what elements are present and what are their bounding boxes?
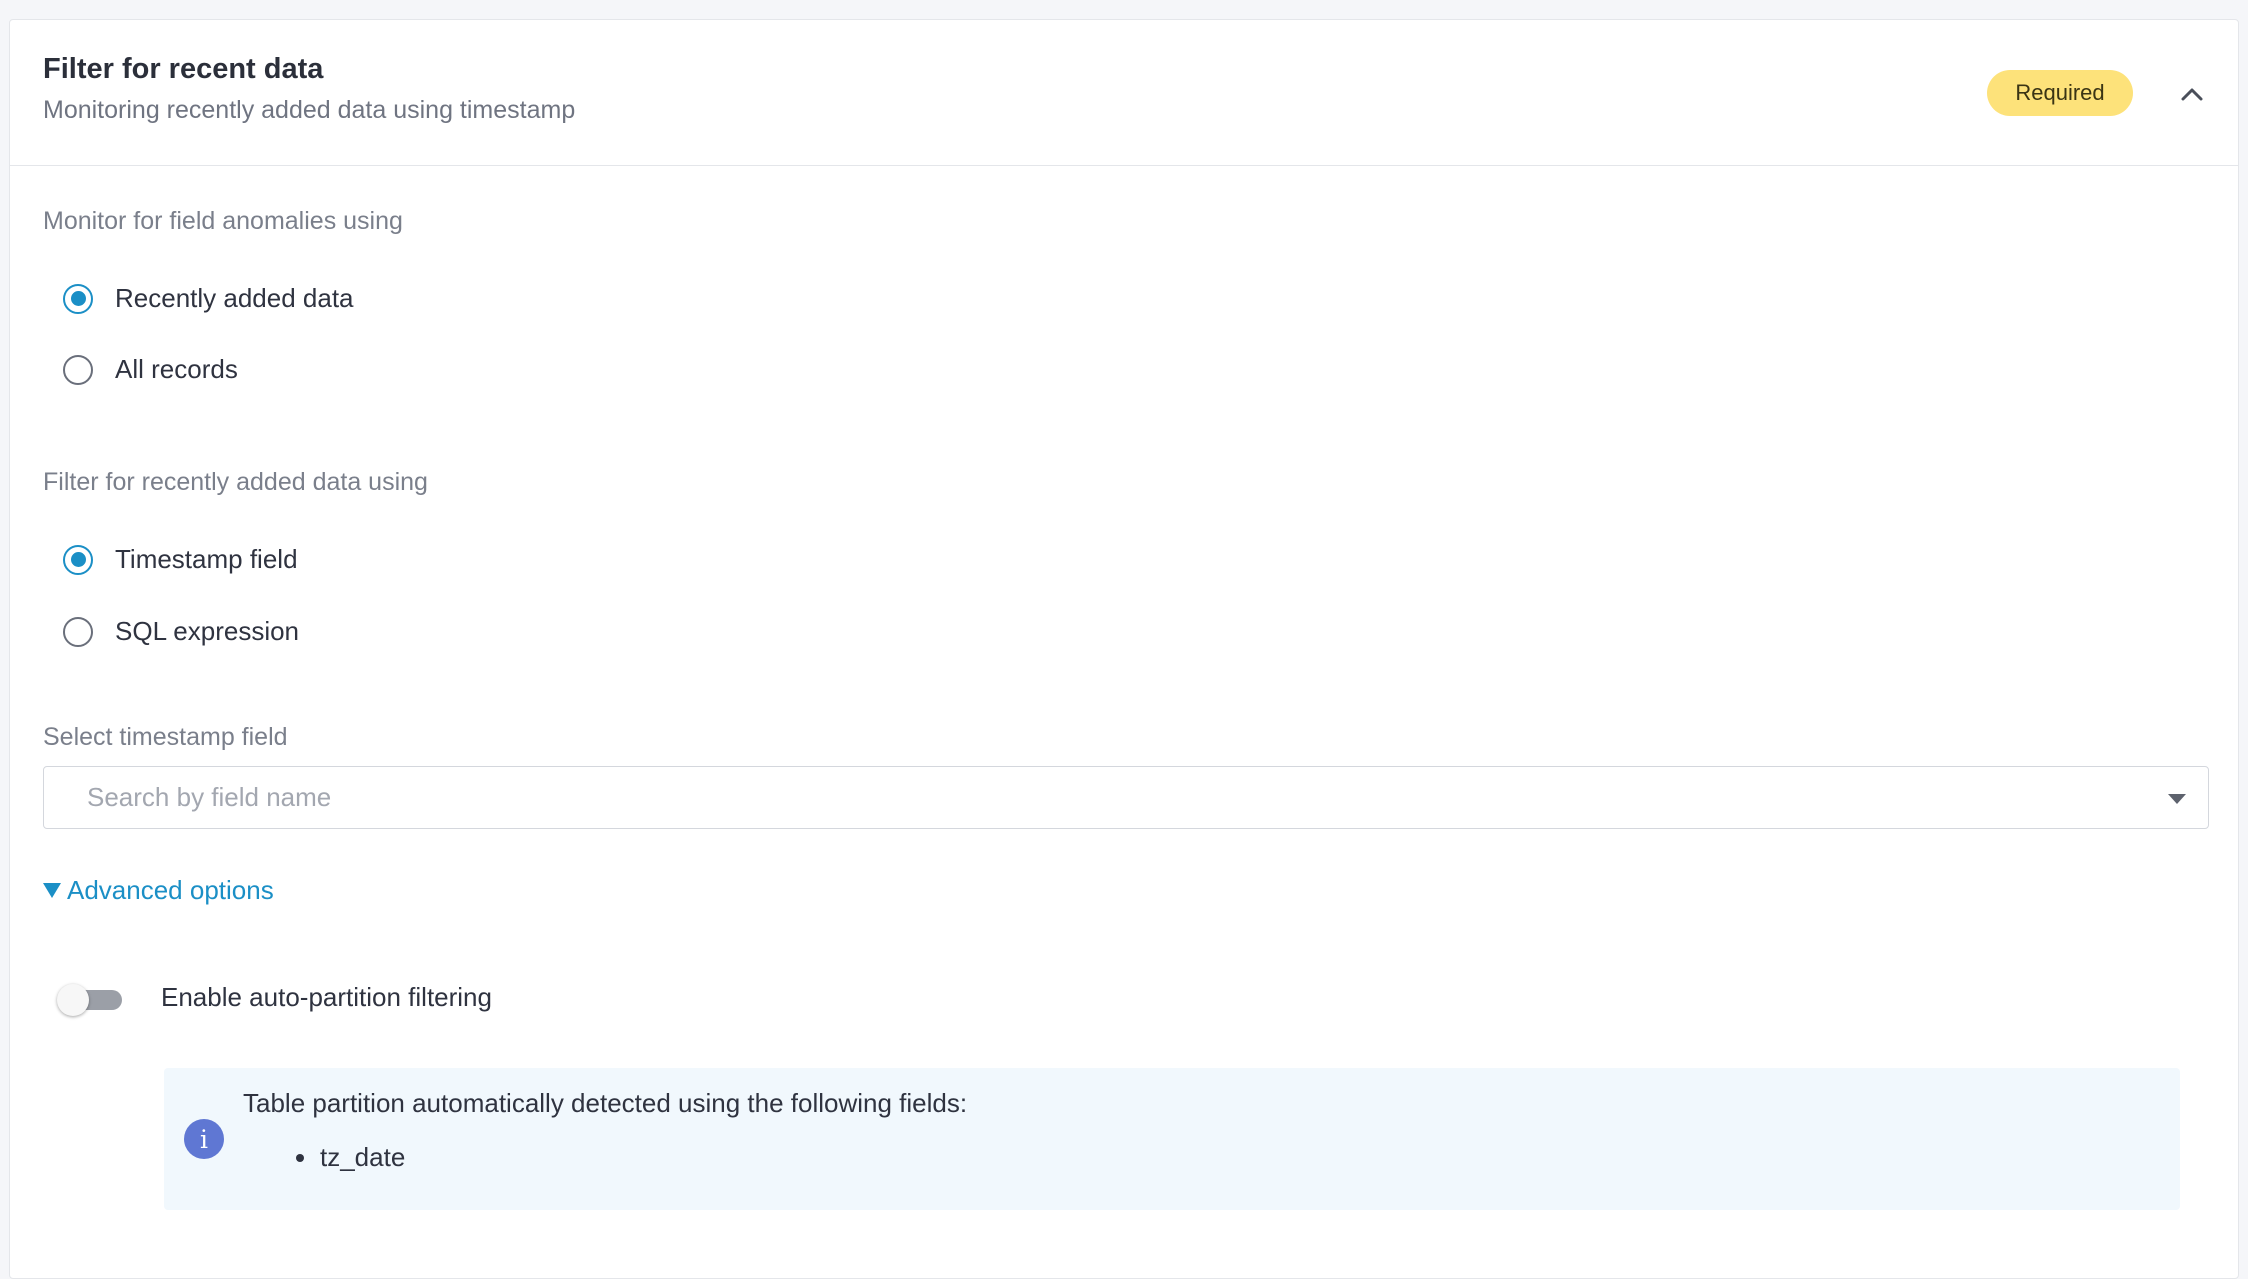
radio-label: All records	[115, 354, 238, 384]
bullet-icon	[296, 1153, 304, 1162]
card-title: Filter for recent data	[43, 53, 324, 85]
card-header[interactable]: Filter for recent data Monitoring recent…	[10, 20, 2238, 166]
info-icon: i	[184, 1119, 224, 1159]
partition-info-box: i Table partition automatically detected…	[164, 1068, 2180, 1210]
filter-recent-data-card: Filter for recent data Monitoring recent…	[9, 19, 2239, 1279]
timestamp-search-input[interactable]	[85, 781, 2129, 814]
auto-partition-label: Enable auto-partition filtering	[161, 982, 492, 1012]
radio-button-checked[interactable]	[63, 283, 93, 314]
radio-label: Recently added data	[115, 283, 354, 313]
triangle-down-icon	[43, 883, 61, 898]
radio-recently-added-data[interactable]: Recently added data	[63, 283, 354, 314]
radio-label: SQL expression	[115, 616, 300, 646]
radio-timestamp-field[interactable]: Timestamp field	[63, 544, 298, 575]
radio-label: Timestamp field	[115, 544, 298, 574]
timestamp-field-label: Select timestamp field	[43, 723, 288, 751]
radio-button[interactable]	[63, 616, 93, 647]
advanced-options-toggle[interactable]: Advanced options	[43, 875, 274, 906]
advanced-options-label: Advanced options	[67, 875, 274, 905]
filter-section-label: Filter for recently added data using	[43, 468, 428, 496]
timestamp-field-select[interactable]	[43, 766, 2209, 829]
radio-sql-expression[interactable]: SQL expression	[63, 616, 299, 647]
required-badge: Required	[1987, 70, 2133, 116]
radio-button[interactable]	[63, 354, 93, 385]
caret-down-icon[interactable]	[2168, 794, 2186, 804]
chevron-up-icon	[2181, 88, 2203, 101]
switch-knob	[57, 984, 89, 1016]
partition-info-text: Table partition automatically detected u…	[243, 1088, 968, 1118]
auto-partition-switch[interactable]	[57, 983, 125, 1017]
partition-field-list: tz_date	[296, 1142, 405, 1173]
monitor-section-label: Monitor for field anomalies using	[43, 207, 403, 235]
partition-field-item: tz_date	[320, 1142, 406, 1172]
radio-all-records[interactable]: All records	[63, 354, 238, 385]
collapse-button[interactable]	[2173, 75, 2211, 113]
radio-button-checked[interactable]	[63, 544, 93, 575]
card-subtitle: Monitoring recently added data using tim…	[43, 96, 576, 124]
